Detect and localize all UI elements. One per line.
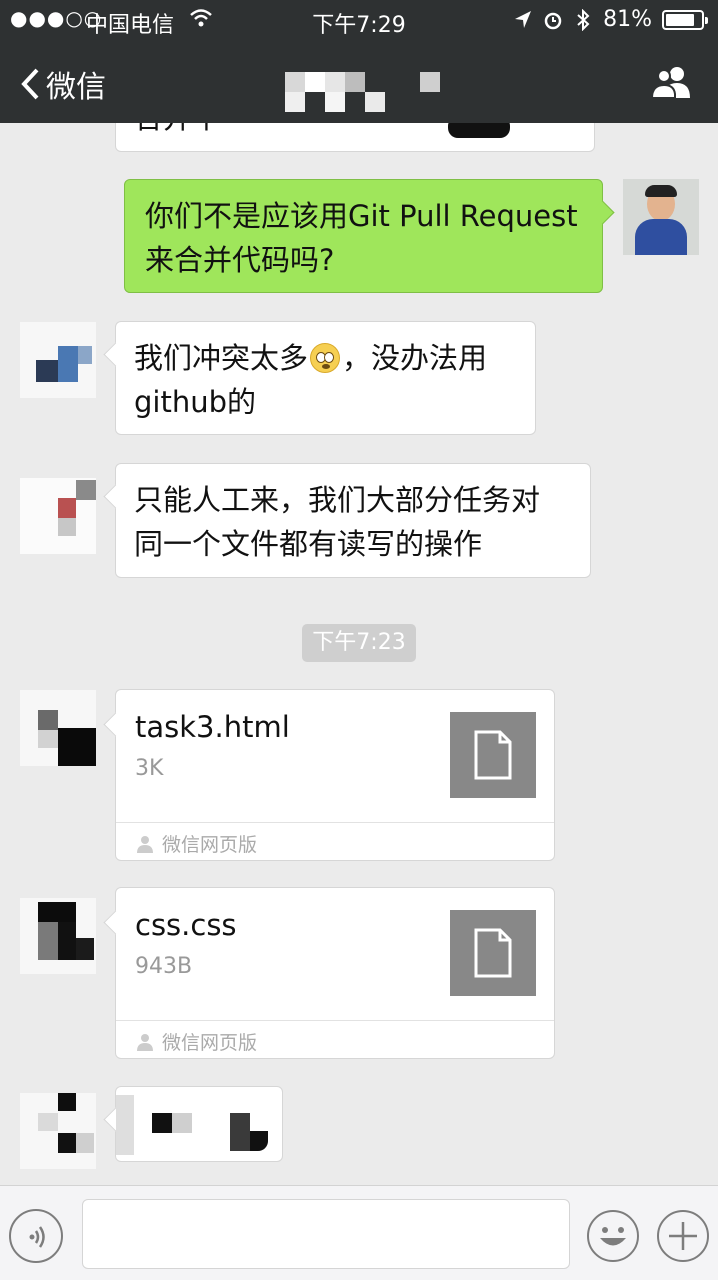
user-icon [137,1033,153,1051]
message-bubble-partial[interactable]: 合并中 [115,123,595,152]
my-message-bubble[interactable]: 你们不是应该用Git Pull Request 来合并代码吗? [124,179,603,293]
plus-icon[interactable] [656,1209,710,1263]
location-arrow-icon [515,10,532,28]
status-right: 81% [513,7,708,32]
chevron-left-icon [21,68,39,100]
my-avatar[interactable] [623,179,699,255]
smiley-icon[interactable] [586,1209,640,1263]
group-members-icon[interactable] [650,64,696,100]
contact-avatar[interactable] [20,898,96,974]
timestamp-badge: 下午7:23 [302,624,416,662]
bluetooth-icon [577,8,590,31]
contact-avatar[interactable] [20,690,96,766]
file-name: css.css [135,908,237,942]
nav-bar: 微信 [0,40,718,123]
voice-icon [29,1226,45,1248]
message-bubble[interactable]: 我们冲突太多 ，没办法用 github的 [115,321,536,435]
message-text-line1: 我们冲突太多 ，没办法用 [134,341,488,375]
contact-avatar[interactable] [20,478,96,554]
file-source-label: 微信网页版 [162,834,258,856]
battery-fill [666,13,694,26]
message-text-line2: 来合并代码吗? [145,243,335,277]
message-text-line1: 你们不是应该用Git Pull Request [145,199,578,233]
dizzy-emoji-icon [310,343,341,373]
file-divider [116,1020,554,1021]
top-bar: ●●●○○ 中国电信 下午7:29 81% 微信 [0,0,718,123]
battery-percent: 81% [603,7,652,32]
file-source: 微信网页版 [136,830,257,857]
message-bubble-redacted[interactable] [115,1086,283,1162]
contact-avatar[interactable] [20,322,96,398]
message-bubble[interactable]: 只能人工来，我们大部分任务对 同一个文件都有读写的操作 [115,463,591,578]
chat-title-redacted [285,70,445,114]
alarm-icon [544,12,562,29]
message-input[interactable] [82,1199,570,1269]
file-name: task3.html [135,710,290,744]
back-label: 微信 [46,70,106,105]
status-bar: ●●●○○ 中国电信 下午7:29 81% [0,0,718,40]
document-icon [450,910,536,996]
contact-avatar[interactable] [20,1093,96,1169]
user-icon [137,835,153,853]
file-size: 3K [135,756,164,781]
file-source: 微信网页版 [136,1028,257,1055]
battery-icon [662,9,708,30]
file-message[interactable]: css.css 943B 微信网页版 [115,887,555,1059]
file-message[interactable]: task3.html 3K 微信网页版 [115,689,555,861]
message-text-line1: 只能人工来，我们大部分任务对 [134,483,541,517]
file-source-label: 微信网页版 [162,1032,258,1054]
document-icon [450,712,536,798]
message-text-line2: 同一个文件都有读写的操作 [134,527,483,561]
message-list[interactable]: 合并中 你们不是应该用Git Pull Request 来合并代码吗? 我们冲突… [0,123,718,1185]
file-divider [116,822,554,823]
back-button[interactable]: 微信 [20,62,106,106]
file-size: 943B [135,954,193,979]
input-bar [0,1185,718,1280]
voice-button[interactable] [9,1209,63,1263]
message-text-line2: github的 [134,385,257,419]
